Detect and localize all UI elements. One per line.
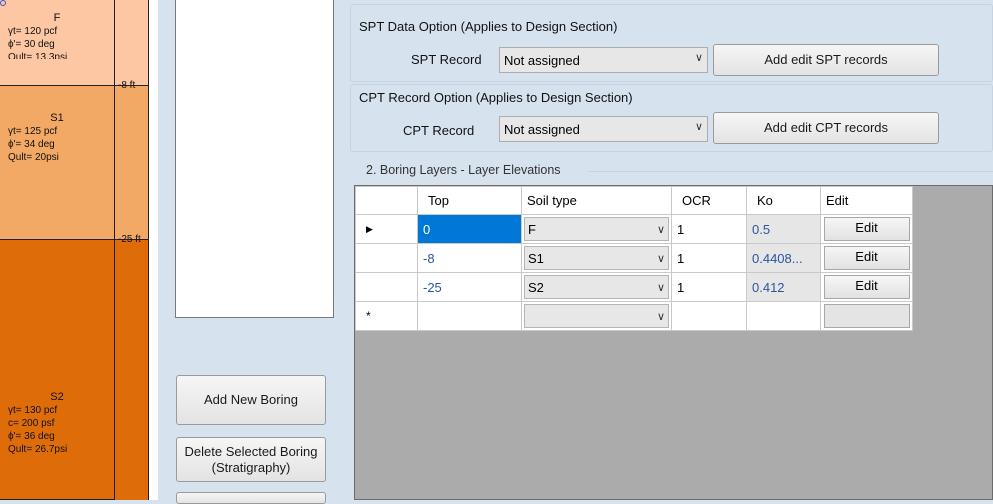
edit-cell: Edit <box>820 272 913 302</box>
layer-name: S2 <box>50 391 64 403</box>
top-cell[interactable]: -8 <box>417 243 522 273</box>
row-header[interactable] <box>355 243 418 273</box>
ko-cell: 0.412 <box>746 272 821 302</box>
row-pointer-icon[interactable]: ▶ <box>355 214 418 244</box>
layer-qult: Qult= 20psi <box>8 152 59 163</box>
column-header-ko[interactable]: Ko <box>746 186 821 215</box>
layer-unit-weight: γt= 120 pcf <box>8 26 58 37</box>
soil-type-cell[interactable]: ∨ <box>521 301 672 331</box>
layers-table: Top Soil type OCR Ko Edit ▶ 0 F ∨ 1 0.5 E… <box>355 186 913 331</box>
cpt-group-title: CPT Record Option (Applies to Design Sec… <box>359 90 633 105</box>
profile-origin-marker <box>0 0 6 6</box>
layer-qult: Qult= 13.3psi <box>8 52 68 59</box>
cpt-record-select[interactable]: Not assigned ∨ <box>499 116 708 142</box>
column-header-soil-type[interactable]: Soil type <box>521 186 672 215</box>
spt-group-title: SPT Data Option (Applies to Design Secti… <box>359 19 618 34</box>
soil-type-select[interactable]: ∨ <box>524 304 669 328</box>
ko-cell <box>746 301 821 331</box>
row-header-corner <box>355 186 418 215</box>
layer-cohesion: c= 200 psf <box>8 418 55 429</box>
table-row: -8 S1 ∨ 1 0.4408... Edit <box>355 243 913 273</box>
soil-type-value: F <box>528 221 536 237</box>
new-row: * ∨ <box>355 301 913 331</box>
chevron-down-icon: ∨ <box>694 52 703 64</box>
add-new-boring-button[interactable]: Add New Boring <box>176 375 326 425</box>
depth-column <box>115 86 149 240</box>
add-edit-cpt-records-button[interactable]: Add edit CPT records <box>713 112 939 144</box>
column-header-edit[interactable]: Edit <box>820 186 913 215</box>
new-row-marker[interactable]: * <box>355 301 418 331</box>
top-cell[interactable]: -25 <box>417 272 522 302</box>
chevron-down-icon: ∨ <box>656 282 665 294</box>
layer-friction-angle: ϕ'= 36 deg <box>8 431 55 442</box>
edit-row-button[interactable]: Edit <box>823 217 910 241</box>
partial-button[interactable] <box>176 492 326 504</box>
ko-cell: 0.4408... <box>746 243 821 273</box>
cpt-record-label: CPT Record <box>403 123 475 138</box>
top-cell[interactable]: 0 <box>417 214 522 244</box>
depth-column <box>115 240 149 500</box>
column-header-top[interactable]: Top <box>417 186 522 215</box>
table-row: ▶ 0 F ∨ 1 0.5 Edit <box>355 214 913 244</box>
boring-layers-title: 2. Boring Layers - Layer Elevations <box>366 163 561 177</box>
layer-unit-weight: γt= 130 pcf <box>8 405 58 416</box>
soil-type-cell[interactable]: S2 ∨ <box>521 272 672 302</box>
boring-list[interactable] <box>175 0 334 318</box>
ko-cell: 0.5 <box>746 214 821 244</box>
layer-f: F γt= 120 pcf ϕ'= 30 deg Qult= 13.3psi <box>0 0 115 86</box>
edit-cell: Edit <box>820 243 913 273</box>
ocr-cell[interactable]: 1 <box>671 272 747 302</box>
section-divider <box>588 171 993 172</box>
add-edit-spt-records-button[interactable]: Add edit SPT records <box>713 44 939 76</box>
layer-name: S1 <box>50 112 64 124</box>
soil-type-select[interactable]: S2 ∨ <box>524 275 669 299</box>
depth-column <box>115 0 149 86</box>
edit-row-button[interactable] <box>823 304 910 328</box>
layer-s2: S2 γt= 130 pcf c= 200 psf ϕ'= 36 deg Qul… <box>0 240 115 500</box>
delete-selected-boring-button[interactable]: Delete Selected Boring (Stratigraphy) <box>176 437 326 482</box>
soil-type-cell[interactable]: S1 ∨ <box>521 243 672 273</box>
chevron-down-icon: ∨ <box>694 121 703 133</box>
edit-row-button[interactable]: Edit <box>823 275 910 299</box>
table-row: -25 S2 ∨ 1 0.412 Edit <box>355 272 913 302</box>
edit-cell <box>820 301 913 331</box>
table-header-row: Top Soil type OCR Ko Edit <box>355 186 913 215</box>
ocr-cell[interactable]: 1 <box>671 214 747 244</box>
spt-record-value: Not assigned <box>504 52 580 68</box>
ocr-cell[interactable] <box>671 301 747 331</box>
cpt-record-value: Not assigned <box>504 121 580 137</box>
soil-type-select[interactable]: S1 ∨ <box>524 246 669 270</box>
depth-label: -8 ft <box>118 80 136 91</box>
spt-record-select[interactable]: Not assigned ∨ <box>499 47 708 73</box>
edit-cell: Edit <box>820 214 913 244</box>
chevron-down-icon: ∨ <box>656 224 665 236</box>
soil-type-select[interactable]: F ∨ <box>524 217 669 241</box>
chevron-down-icon: ∨ <box>656 311 665 323</box>
spt-record-label: SPT Record <box>411 52 482 67</box>
layer-friction-angle: ϕ'= 34 deg <box>8 139 55 150</box>
row-header[interactable] <box>355 272 418 302</box>
top-cell[interactable] <box>417 301 522 331</box>
depth-label: -25 ft <box>118 234 141 245</box>
soil-profile: F γt= 120 pcf ϕ'= 30 deg Qult= 13.3psi S… <box>0 0 158 500</box>
layer-unit-weight: γt= 125 pcf <box>8 126 58 137</box>
ocr-cell[interactable]: 1 <box>671 243 747 273</box>
soil-type-value: S2 <box>528 279 544 295</box>
layer-s1: S1 γt= 125 pcf ϕ'= 34 deg Qult= 20psi <box>0 86 115 240</box>
edit-row-button[interactable]: Edit <box>823 246 910 270</box>
layer-friction-angle: ϕ'= 30 deg <box>8 39 55 50</box>
boring-layers-grid: Top Soil type OCR Ko Edit ▶ 0 F ∨ 1 0.5 E… <box>354 185 993 500</box>
layer-name: F <box>53 12 61 24</box>
column-header-ocr[interactable]: OCR <box>671 186 747 215</box>
soil-type-cell[interactable]: F ∨ <box>521 214 672 244</box>
layer-qult: Qult= 26.7psi <box>8 444 68 455</box>
soil-type-value: S1 <box>528 250 544 266</box>
chevron-down-icon: ∨ <box>656 253 665 265</box>
